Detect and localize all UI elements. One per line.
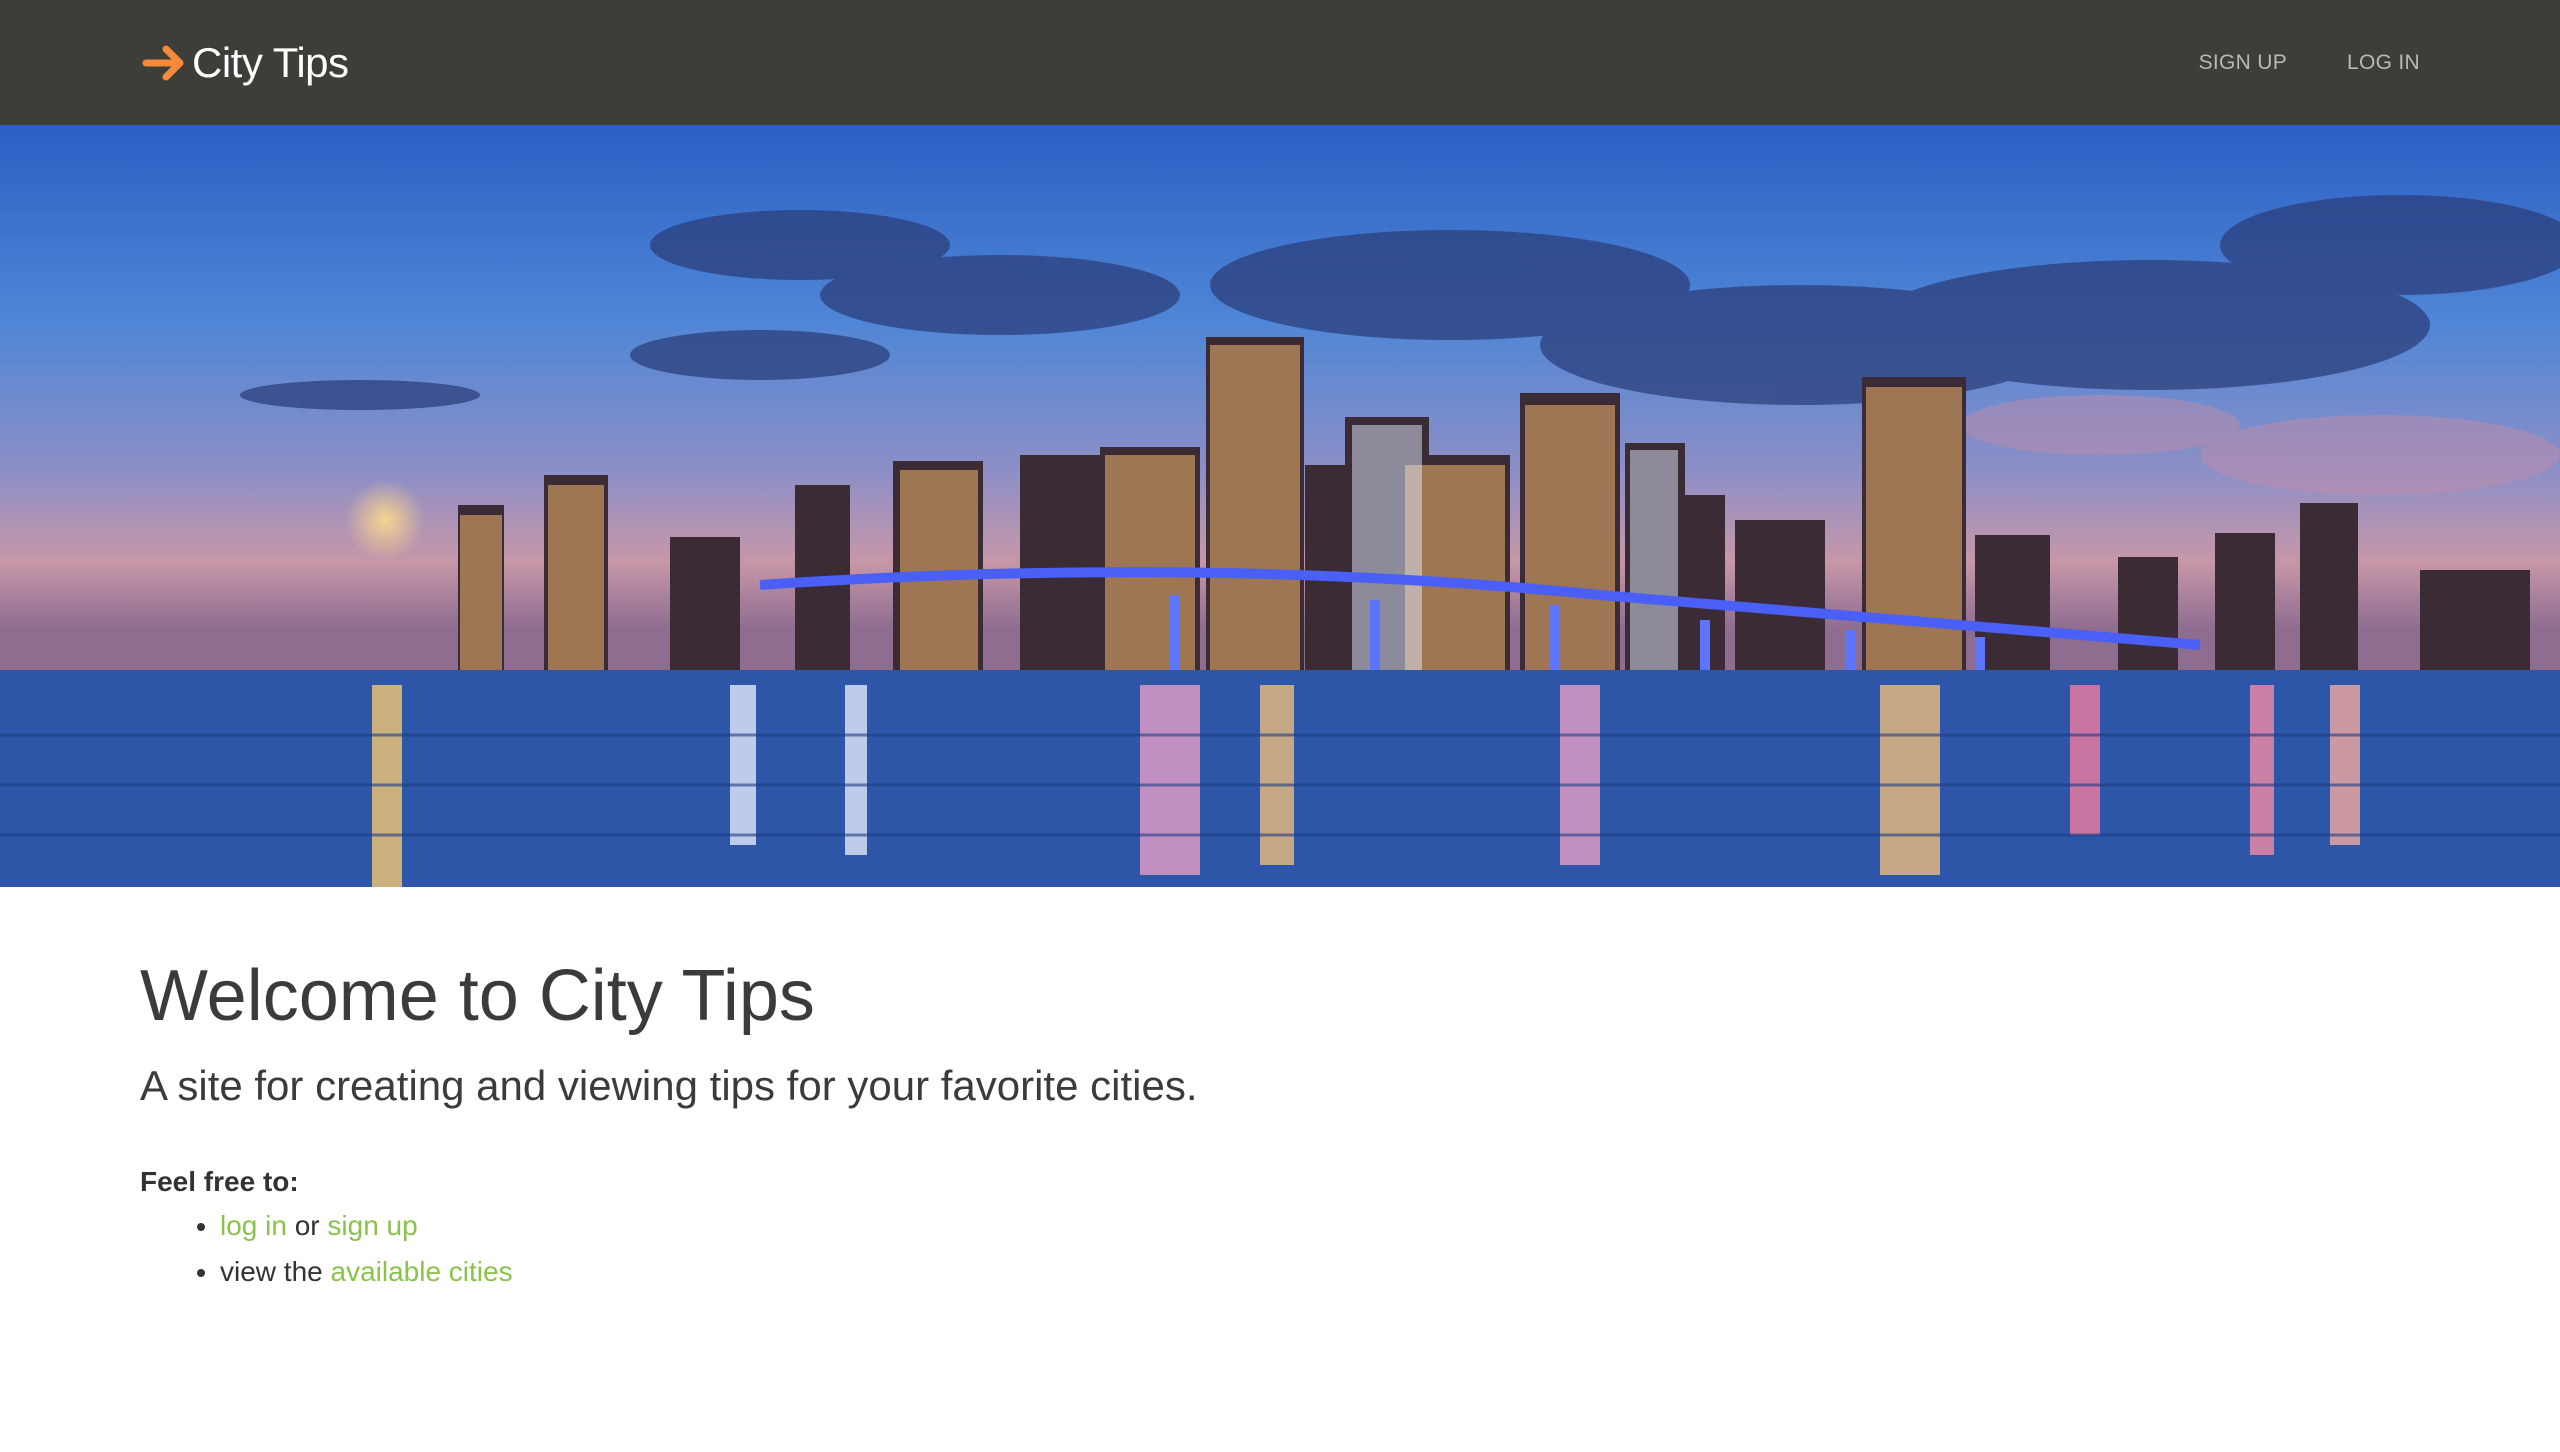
list-item: view the available cities <box>220 1254 2420 1290</box>
available-cities-link[interactable]: available cities <box>331 1256 513 1287</box>
feel-free-label: Feel free to: <box>140 1166 299 1197</box>
connector-text: or <box>294 1210 328 1241</box>
login-link-inline[interactable]: log in <box>220 1210 287 1241</box>
hero-image <box>0 125 2560 887</box>
prefix-text: view the <box>220 1256 331 1288</box>
page-subtitle: A site for creating and viewing tips for… <box>140 1062 1198 1109</box>
arrow-right-icon <box>142 45 184 80</box>
main-content: Welcome to City Tips A site for creating… <box>140 960 2420 1301</box>
options-list: log in or sign up view the available cit… <box>220 1208 2420 1291</box>
brand-link[interactable]: City Tips <box>142 0 349 125</box>
page-title: Welcome to City Tips <box>140 956 815 1036</box>
brand-name: City Tips <box>192 38 349 86</box>
signup-link-inline[interactable]: sign up <box>327 1210 417 1241</box>
nav-links: SIGN UP LOG IN <box>2139 0 2420 125</box>
login-link[interactable]: LOG IN <box>2347 51 2420 75</box>
city-skyline-image <box>0 125 2560 887</box>
navbar: City Tips SIGN UP LOG IN <box>0 0 2560 125</box>
signup-link[interactable]: SIGN UP <box>2199 51 2287 75</box>
list-item: log in or sign up <box>220 1208 2420 1244</box>
